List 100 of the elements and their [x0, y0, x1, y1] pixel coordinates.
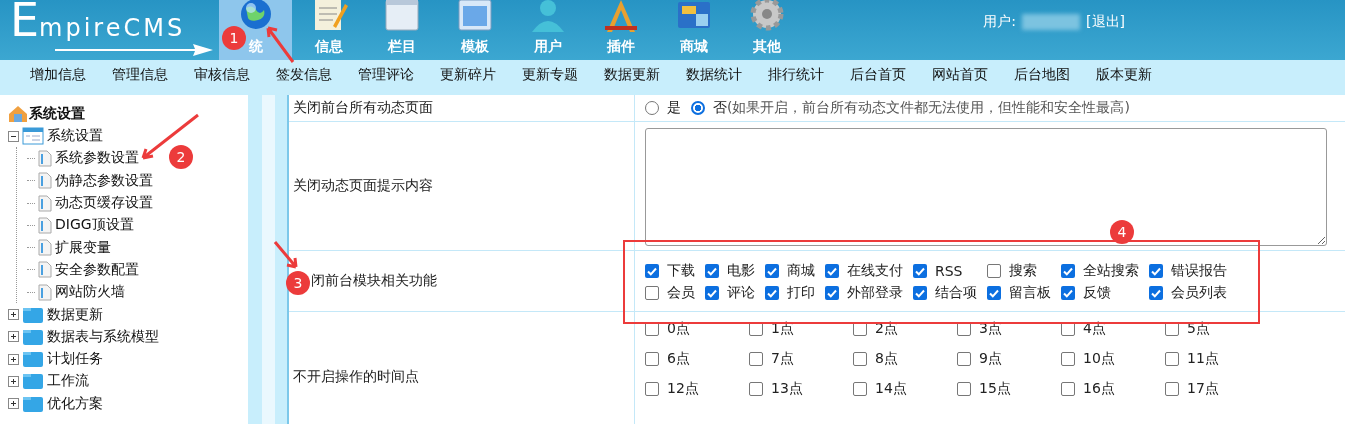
- menu-link[interactable]: 增加信息: [30, 66, 86, 84]
- checkbox-option[interactable]: 商城: [765, 262, 815, 280]
- checkbox[interactable]: [645, 352, 659, 366]
- checkbox[interactable]: [987, 264, 1001, 278]
- checkbox-option[interactable]: 14点: [853, 380, 957, 398]
- tree-item[interactable]: 伪静态参数设置: [55, 171, 153, 190]
- expand-icon[interactable]: [8, 309, 19, 320]
- page-icon: [38, 283, 52, 301]
- radio-option[interactable]: 是: [645, 99, 681, 117]
- checkbox[interactable]: [853, 352, 867, 366]
- checkbox[interactable]: [1149, 264, 1163, 278]
- tree-item[interactable]: 数据表与系统模型: [47, 327, 159, 346]
- checkbox[interactable]: [987, 286, 1001, 300]
- tree-item[interactable]: 工作流: [47, 372, 89, 391]
- menu-link[interactable]: 数据更新: [604, 66, 660, 84]
- tree-item[interactable]: 数据更新: [47, 305, 103, 324]
- checkbox[interactable]: [913, 286, 927, 300]
- tree-item[interactable]: DIGG顶设置: [55, 216, 134, 235]
- checkbox-option[interactable]: 反馈: [1061, 284, 1139, 302]
- checkbox[interactable]: [705, 286, 719, 300]
- menu-link[interactable]: 后台首页: [850, 66, 906, 84]
- checkbox[interactable]: [765, 264, 779, 278]
- checkbox[interactable]: [825, 264, 839, 278]
- checkbox-option[interactable]: 17点: [1165, 380, 1269, 398]
- checkbox[interactable]: [1165, 382, 1179, 396]
- menu-link[interactable]: 版本更新: [1096, 66, 1152, 84]
- setting-label: 不开启操作的时间点: [293, 368, 419, 386]
- checkbox[interactable]: [1061, 264, 1075, 278]
- checkbox-option[interactable]: 11点: [1165, 350, 1269, 368]
- checkbox[interactable]: [853, 382, 867, 396]
- tree-item[interactable]: 安全参数配置: [55, 260, 139, 279]
- checkbox-option[interactable]: 7点: [749, 350, 853, 368]
- textarea-field[interactable]: [645, 128, 1327, 246]
- page-icon: [38, 172, 52, 190]
- checkbox[interactable]: [957, 352, 971, 366]
- checkbox-option[interactable]: 会员列表: [1149, 284, 1227, 302]
- checkbox-option[interactable]: 搜索: [987, 262, 1051, 280]
- tree-item[interactable]: 动态页缓存设置: [55, 194, 153, 213]
- checkbox-option[interactable]: 9点: [957, 350, 1061, 368]
- expand-icon[interactable]: [8, 375, 19, 387]
- menu-link[interactable]: 管理信息: [112, 66, 168, 84]
- tree-item[interactable]: 网站防火墙: [55, 283, 125, 302]
- checkbox-option[interactable]: 下载: [645, 262, 695, 280]
- menu-link[interactable]: 管理评论: [358, 66, 414, 84]
- tree-item[interactable]: 扩展变量: [55, 238, 111, 257]
- checkbox[interactable]: [913, 264, 927, 278]
- collapse-icon[interactable]: [8, 130, 19, 142]
- annotation-arrow: [273, 240, 299, 270]
- menu-link[interactable]: 更新碎片: [440, 66, 496, 84]
- menu-link[interactable]: 审核信息: [194, 66, 250, 84]
- checkbox-option[interactable]: 留言板: [987, 284, 1051, 302]
- checkbox[interactable]: [1061, 382, 1075, 396]
- tree-item[interactable]: 系统设置: [47, 127, 103, 146]
- menu-link[interactable]: 后台地图: [1014, 66, 1070, 84]
- checkbox[interactable]: [1061, 286, 1075, 300]
- checkbox-option[interactable]: 全站搜索: [1061, 262, 1139, 280]
- checkbox[interactable]: [645, 264, 659, 278]
- checkbox-option[interactable]: 电影: [705, 262, 755, 280]
- checkbox-option[interactable]: 8点: [853, 350, 957, 368]
- setting-label: 关闭前台所有动态页面: [293, 99, 433, 117]
- expand-icon[interactable]: [8, 331, 19, 343]
- checkbox-option[interactable]: 结合项: [913, 284, 977, 302]
- checkbox-option[interactable]: 12点: [645, 380, 749, 398]
- menu-link[interactable]: 签发信息: [276, 66, 332, 84]
- tree-item[interactable]: 系统参数设置: [55, 149, 139, 168]
- checkbox[interactable]: [1149, 286, 1163, 300]
- checkbox-option[interactable]: 13点: [749, 380, 853, 398]
- checkbox[interactable]: [765, 286, 779, 300]
- checkbox-option[interactable]: 评论: [705, 284, 755, 302]
- checkbox[interactable]: [957, 382, 971, 396]
- checkbox-option[interactable]: 15点: [957, 380, 1061, 398]
- menu-link[interactable]: 排行统计: [768, 66, 824, 84]
- radio-option[interactable]: 否(如果开启，前台所有动态文件都无法使用，但性能和安全性最高): [691, 99, 1130, 117]
- checkbox[interactable]: [749, 352, 763, 366]
- checkbox-option[interactable]: 外部登录: [825, 284, 903, 302]
- checkbox[interactable]: [705, 264, 719, 278]
- checkbox-option[interactable]: 会员: [645, 284, 695, 302]
- menu-link[interactable]: 更新专题: [522, 66, 578, 84]
- checkbox[interactable]: [749, 382, 763, 396]
- tree-item[interactable]: 优化方案: [47, 394, 103, 413]
- checkbox-option[interactable]: 6点: [645, 350, 749, 368]
- checkbox-option[interactable]: 错误报告: [1149, 262, 1227, 280]
- expand-icon[interactable]: [8, 353, 19, 365]
- checkbox-option[interactable]: 在线支付: [825, 262, 903, 280]
- checkbox-option[interactable]: 打印: [765, 284, 815, 302]
- checkbox[interactable]: [645, 382, 659, 396]
- checkbox[interactable]: [1165, 352, 1179, 366]
- checkbox-option[interactable]: 10点: [1061, 350, 1165, 368]
- tree-item[interactable]: 计划任务: [47, 350, 103, 369]
- annotation-arrow: [140, 113, 200, 161]
- page-icon: [38, 149, 52, 167]
- menu-link[interactable]: 数据统计: [686, 66, 742, 84]
- expand-icon[interactable]: [8, 398, 19, 410]
- checkbox-option[interactable]: RSS: [913, 262, 977, 280]
- menu-link[interactable]: 网站首页: [932, 66, 988, 84]
- page-icon: [38, 194, 52, 212]
- checkbox-option[interactable]: 16点: [1061, 380, 1165, 398]
- checkbox[interactable]: [1061, 352, 1075, 366]
- checkbox[interactable]: [645, 286, 659, 300]
- checkbox[interactable]: [825, 286, 839, 300]
